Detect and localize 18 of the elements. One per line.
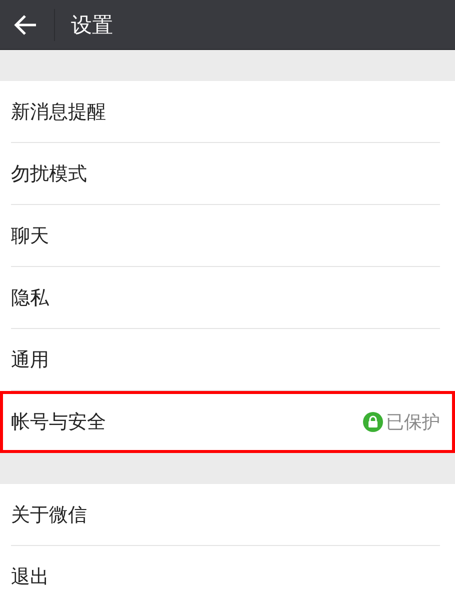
settings-item[interactable]: 聊天	[11, 205, 440, 267]
item-label: 退出	[11, 565, 49, 590]
settings-item[interactable]: 勿扰模式	[11, 143, 440, 205]
item-label: 聊天	[11, 224, 49, 248]
item-label: 帐号与安全	[11, 410, 106, 435]
item-label: 通用	[11, 348, 49, 372]
settings-item[interactable]: 通用	[11, 329, 440, 391]
item-label: 隐私	[11, 286, 49, 310]
settings-item[interactable]: 退出	[11, 546, 440, 600]
page-title: 设置	[71, 12, 113, 38]
item-label: 勿扰模式	[11, 162, 87, 186]
settings-item[interactable]: 关于微信	[11, 484, 440, 546]
item-label: 新消息提醒	[11, 100, 106, 124]
settings-item[interactable]: 隐私	[11, 267, 440, 329]
item-label: 关于微信	[11, 502, 87, 528]
settings-item[interactable]: 帐号与安全 已保护	[0, 391, 455, 453]
settings-item[interactable]: 新消息提醒	[11, 81, 440, 143]
status-text: 已保护	[386, 411, 440, 434]
